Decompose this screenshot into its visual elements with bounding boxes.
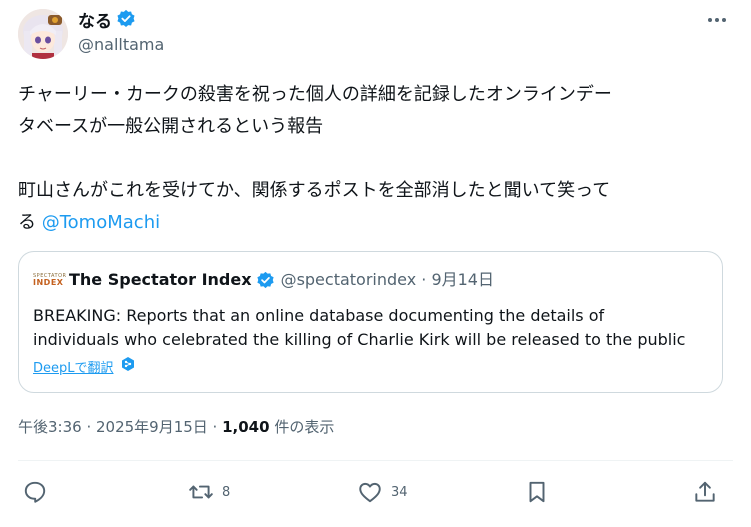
view-count: 1,040: [222, 418, 270, 436]
timestamp[interactable]: 午後3:36 · 2025年9月15日 ·: [18, 418, 222, 436]
verified-badge-icon: [116, 9, 136, 35]
quoted-author-handle-date[interactable]: @spectatorindex · 9月14日: [281, 270, 494, 290]
quoted-tweet[interactable]: SPECTATOR INDEX The Spectator Index @spe…: [18, 251, 723, 393]
tweet-text: チャーリー・カークの殺害を祝った個人の詳細を記録したオンラインデー タベースが一…: [18, 79, 730, 239]
tweet-meta: 午後3:36 · 2025年9月15日 · 1,040 件の表示: [18, 416, 334, 438]
quoted-author-name[interactable]: The Spectator Index: [69, 270, 252, 290]
avatar-image: [18, 9, 68, 59]
action-bar: 8 34: [22, 479, 722, 509]
bookmark-button[interactable]: [524, 479, 550, 505]
quoted-tweet-header: SPECTATOR INDEX The Spectator Index @spe…: [33, 270, 494, 290]
view-suffix: 件の表示: [269, 418, 335, 436]
share-icon: [695, 481, 715, 502]
heart-icon: [359, 482, 381, 503]
reply-button[interactable]: [22, 479, 56, 505]
translate-link[interactable]: DeepLで翻訳: [33, 356, 136, 376]
quoted-tweet-text: BREAKING: Reports that an online databas…: [33, 306, 686, 349]
share-button[interactable]: [692, 479, 718, 505]
translate-label[interactable]: DeepLで翻訳: [33, 357, 114, 376]
deepl-icon: [120, 356, 136, 376]
reply-icon: [24, 481, 46, 503]
avatar[interactable]: [18, 9, 68, 59]
tweet-body: チャーリー・カークの殺害を祝った個人の詳細を記録したオンラインデー タベースが一…: [18, 84, 612, 233]
author-handle[interactable]: @nalltama: [78, 35, 164, 55]
verified-badge-icon: [256, 271, 275, 290]
retweet-count: 8: [222, 484, 231, 500]
retweet-icon: [189, 485, 213, 499]
like-count: 34: [391, 484, 408, 500]
author-name[interactable]: なる: [78, 9, 136, 35]
divider: [18, 460, 733, 461]
like-button[interactable]: 34: [357, 479, 408, 505]
retweet-button[interactable]: 8: [188, 479, 230, 505]
more-options-icon[interactable]: [705, 10, 729, 30]
author-name-text: なる: [78, 12, 112, 32]
bookmark-icon: [529, 481, 545, 503]
mention-link[interactable]: @TomoMachi: [42, 212, 160, 233]
spectator-logo: SPECTATOR INDEX: [33, 272, 67, 287]
